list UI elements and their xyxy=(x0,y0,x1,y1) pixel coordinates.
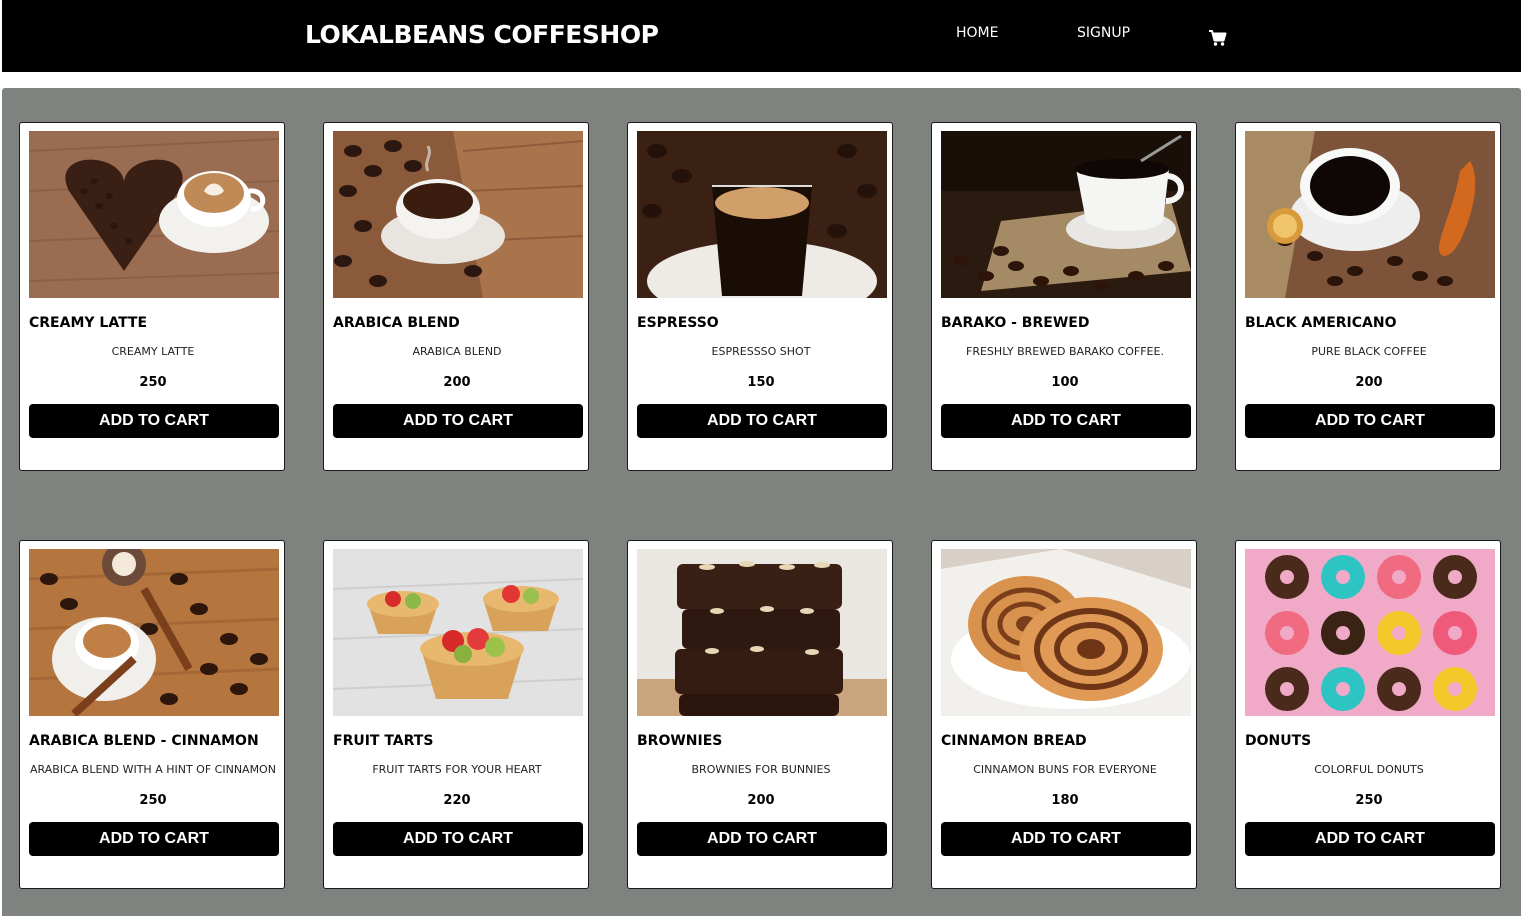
arabica-photo xyxy=(333,131,583,298)
brownies-photo xyxy=(637,549,887,716)
espresso-photo xyxy=(637,131,887,298)
add-to-cart-button[interactable]: ADD TO CART xyxy=(637,822,887,856)
product-card: BARAKO - BREWED FRESHLY BREWED BARAKO CO… xyxy=(931,122,1197,471)
product-description: ESPRESSSO SHOT xyxy=(711,345,811,358)
latte-photo xyxy=(29,131,279,298)
product-description: FRUIT TARTS FOR YOUR HEART xyxy=(372,763,542,776)
product-card: ESPRESSO ESPRESSSO SHOT 150 ADD TO CART xyxy=(627,122,893,471)
add-to-cart-button[interactable]: ADD TO CART xyxy=(941,404,1191,438)
product-price: 250 xyxy=(139,375,167,390)
product-name: ARABICA BLEND - CINNAMON xyxy=(29,733,259,749)
product-card: CREAMY LATTE CREAMY LATTE 250 ADD TO CAR… xyxy=(19,122,285,471)
navbar: LOKALBEANS COFFESHOP HOME SIGNUP xyxy=(2,0,1521,72)
product-price: 250 xyxy=(139,793,167,808)
product-price: 200 xyxy=(443,375,471,390)
product-price: 100 xyxy=(1051,375,1079,390)
product-price: 200 xyxy=(1355,375,1383,390)
brand-title: LOKALBEANS COFFESHOP xyxy=(305,20,659,49)
nav-home-link[interactable]: HOME xyxy=(956,25,998,41)
barako-photo xyxy=(941,131,1191,298)
product-name: ARABICA BLEND xyxy=(333,315,460,331)
product-name: CINNAMON BREAD xyxy=(941,733,1087,749)
add-to-cart-button[interactable]: ADD TO CART xyxy=(333,404,583,438)
product-card: ARABICA BLEND ARABICA BLEND 200 ADD TO C… xyxy=(323,122,589,471)
product-description: CREAMY LATTE xyxy=(111,345,195,358)
product-price: 200 xyxy=(747,793,775,808)
donuts-photo xyxy=(1245,549,1495,716)
product-price: 220 xyxy=(443,793,471,808)
product-card: FRUIT TARTS FRUIT TARTS FOR YOUR HEART 2… xyxy=(323,540,589,889)
product-description: BROWNIES FOR BUNNIES xyxy=(691,763,831,776)
product-name: CREAMY LATTE xyxy=(29,315,148,331)
product-name: ESPRESSO xyxy=(637,315,719,331)
product-card: BLACK AMERICANO PURE BLACK COFFEE 200 AD… xyxy=(1235,122,1501,471)
add-to-cart-button[interactable]: ADD TO CART xyxy=(29,404,279,438)
cinnamon-bread-photo xyxy=(941,549,1191,716)
product-name: FRUIT TARTS xyxy=(333,733,434,749)
product-description: COLORFUL DONUTS xyxy=(1314,763,1424,776)
product-description: CINNAMON BUNS FOR EVERYONE xyxy=(973,763,1157,776)
nav-signup-link[interactable]: SIGNUP xyxy=(1077,25,1130,41)
product-description: ARABICA BLEND WITH A HINT OF CINNAMON xyxy=(30,763,276,776)
product-description: ARABICA BLEND xyxy=(412,345,502,358)
add-to-cart-button[interactable]: ADD TO CART xyxy=(29,822,279,856)
product-card: BROWNIES BROWNIES FOR BUNNIES 200 ADD TO… xyxy=(627,540,893,889)
cart-icon[interactable] xyxy=(1208,28,1228,48)
product-card: CINNAMON BREAD CINNAMON BUNS FOR EVERYON… xyxy=(931,540,1197,889)
cinnamon-coffee-photo xyxy=(29,549,279,716)
americano-photo xyxy=(1245,131,1495,298)
product-price: 250 xyxy=(1355,793,1383,808)
product-description: PURE BLACK COFFEE xyxy=(1311,345,1427,358)
product-grid: CREAMY LATTE CREAMY LATTE 250 ADD TO CAR… xyxy=(2,88,1521,916)
product-price: 150 xyxy=(747,375,775,390)
add-to-cart-button[interactable]: ADD TO CART xyxy=(637,404,887,438)
add-to-cart-button[interactable]: ADD TO CART xyxy=(941,822,1191,856)
product-name: DONUTS xyxy=(1245,733,1312,749)
product-card: ARABICA BLEND - CINNAMON ARABICA BLEND W… xyxy=(19,540,285,889)
product-price: 180 xyxy=(1051,793,1079,808)
product-name: BARAKO - BREWED xyxy=(941,315,1090,331)
add-to-cart-button[interactable]: ADD TO CART xyxy=(1245,822,1495,856)
product-description: FRESHLY BREWED BARAKO COFFEE. xyxy=(966,345,1164,358)
fruit-tarts-photo xyxy=(333,549,583,716)
product-name: BROWNIES xyxy=(637,733,723,749)
product-card: DONUTS COLORFUL DONUTS 250 ADD TO CART xyxy=(1235,540,1501,889)
add-to-cart-button[interactable]: ADD TO CART xyxy=(1245,404,1495,438)
add-to-cart-button[interactable]: ADD TO CART xyxy=(333,822,583,856)
product-name: BLACK AMERICANO xyxy=(1245,315,1397,331)
